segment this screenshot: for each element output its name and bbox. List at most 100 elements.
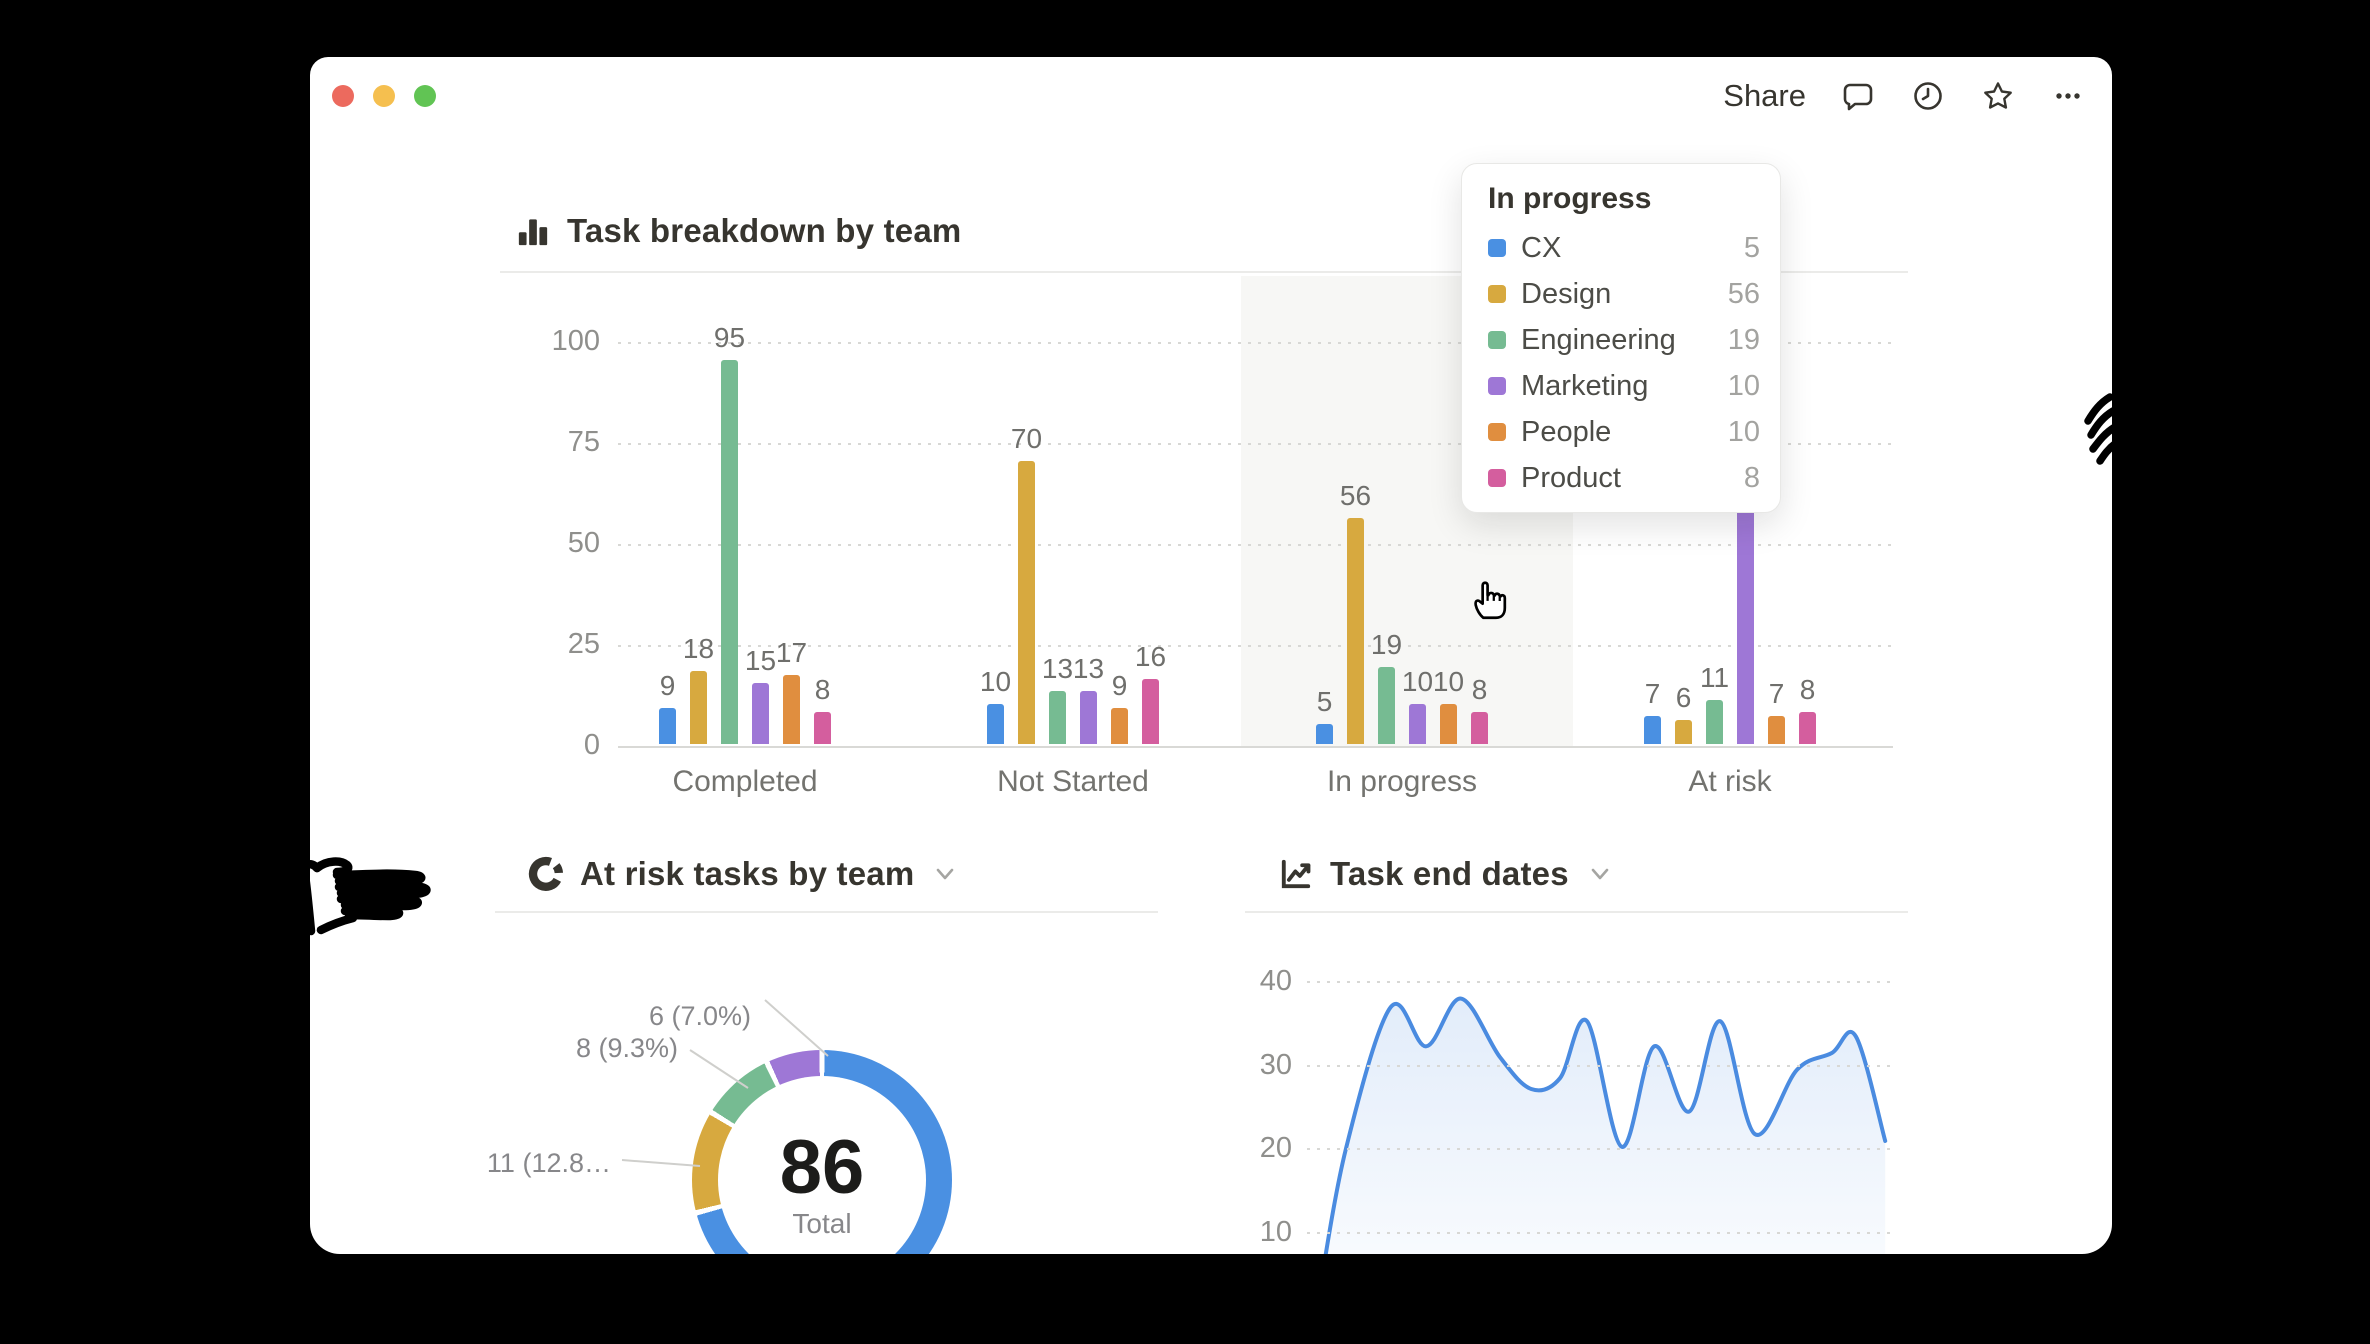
bar-design[interactable] [1675,720,1692,744]
bar-value-label: 19 [1364,629,1410,661]
tooltip-row-label: Product [1521,462,1621,495]
bar-marketing[interactable] [752,683,769,744]
bar-engineering[interactable] [1706,700,1723,744]
close-window-button[interactable] [332,85,354,107]
grid-line [1307,1232,1893,1234]
y-tick-label: 50 [488,527,600,560]
tooltip-row-label: People [1521,416,1611,449]
chart-tooltip: In progress CX 5 Design56 Engineering 19 Mark… [1461,163,1781,513]
y-tick-label: 30 [1182,1049,1292,1082]
share-button[interactable]: Share [1723,78,1806,114]
x-axis-line [618,746,1893,748]
tooltip-row: CX 5 [1462,225,1780,271]
topbar-actions: Share [1723,78,2086,114]
bar-design[interactable] [690,671,707,744]
bar-value-label: 11 [1692,662,1738,694]
tooltip-row-value: 19 [1728,324,1760,357]
divider [1245,911,1908,913]
bar-chart-title-row: Task breakdown by team [515,212,961,250]
bar-people[interactable] [1440,704,1457,744]
donut-chart-icon [528,856,564,892]
bar-value-label: 95 [707,322,753,354]
tooltip-row-label: CX [1521,232,1561,265]
area-title-row[interactable]: Task end dates [1278,855,1613,893]
chevron-down-icon[interactable] [1587,861,1613,887]
bar-people[interactable] [783,675,800,744]
y-tick-label: 10 [1182,1216,1292,1249]
donut-title-row[interactable]: At risk tasks by team [528,855,958,893]
legend-swatch-people [1488,423,1506,441]
minimize-window-button[interactable] [373,85,395,107]
donut-total-label: Total [722,1208,922,1240]
hand-cursor [1466,574,1512,622]
bar-cx[interactable] [1316,724,1333,744]
tooltip-row: People 10 [1462,409,1780,455]
bar-chart-title: Task breakdown by team [567,212,961,250]
bar-chart-icon [515,213,551,249]
category-label: Completed [655,765,835,799]
bar-value-label: 9 [645,670,691,702]
bar-product[interactable] [1142,679,1159,744]
bar-group-not-started: 10701313916 [987,342,1159,746]
bar-value-label: 70 [1004,423,1050,455]
bar-marketing[interactable] [1737,502,1754,744]
legend-swatch-engineering [1488,331,1506,349]
donut-callout: 6 (7.0%) [551,1001,751,1032]
bar-value-label: 8 [800,674,846,706]
chevron-down-icon[interactable] [932,861,958,887]
category-label: Not Started [983,765,1163,799]
bar-cx[interactable] [987,704,1004,744]
app-window: Share Task breakdown by team 9189515178 C… [310,57,2112,1254]
bar-marketing[interactable] [1080,691,1097,744]
y-tick-label: 75 [488,426,600,459]
tooltip-row: Design56 [1462,271,1780,317]
tooltip-title: In progress [1488,182,1651,216]
bar-cx[interactable] [659,708,676,744]
bar-people[interactable] [1111,708,1128,744]
bar-marketing[interactable] [1409,704,1426,744]
bar-product[interactable] [1799,712,1816,744]
hand-doodle-left [275,838,445,948]
bar-engineering[interactable] [1049,691,1066,744]
donut-callout: 11 (12.8… [411,1148,611,1179]
more-options-icon[interactable] [2050,78,2086,114]
line-chart-icon [1278,856,1314,892]
category-label: At risk [1640,765,1820,799]
category-label: In progress [1312,765,1492,799]
tooltip-row-value: 56 [1728,278,1760,311]
tooltip-row-label: Marketing [1521,370,1648,403]
tooltip-row-value: 5 [1744,232,1760,265]
bar-cx[interactable] [1644,716,1661,744]
y-tick-label: 100 [488,325,600,358]
area-chart-title: Task end dates [1330,855,1569,893]
bar-product[interactable] [1471,712,1488,744]
y-tick-label: 40 [1182,965,1292,998]
comments-icon[interactable] [1840,78,1876,114]
tooltip-row: Engineering 19 [1462,317,1780,363]
star-icon[interactable] [1980,78,2016,114]
tooltip-row-label: Engineering [1521,324,1676,357]
bar-value-label: 9 [1097,670,1143,702]
tooltip-row-value: 8 [1744,462,1760,495]
y-tick-label: 0 [488,729,600,762]
tooltip-row-value: 10 [1728,370,1760,403]
bar-value-label: 8 [1785,674,1831,706]
area-chart-plot[interactable] [1255,960,1915,1254]
bar-engineering[interactable] [1378,667,1395,744]
legend-swatch-marketing [1488,377,1506,395]
bar-value-label: 8 [1457,674,1503,706]
bar-design[interactable] [1018,461,1035,744]
divider [495,911,1158,913]
zoom-window-button[interactable] [414,85,436,107]
tooltip-row-value: 10 [1728,416,1760,449]
tooltip-row: Marketing 10 [1462,363,1780,409]
bar-design[interactable] [1347,518,1364,744]
donut-chart-title: At risk tasks by team [580,855,914,893]
grid-line [1307,1065,1893,1067]
bar-group-completed: 9189515178 [659,342,831,746]
bar-engineering[interactable] [721,360,738,744]
bar-product[interactable] [814,712,831,744]
y-tick-label: 25 [488,628,600,661]
bar-people[interactable] [1768,716,1785,744]
clock-icon[interactable] [1910,78,1946,114]
